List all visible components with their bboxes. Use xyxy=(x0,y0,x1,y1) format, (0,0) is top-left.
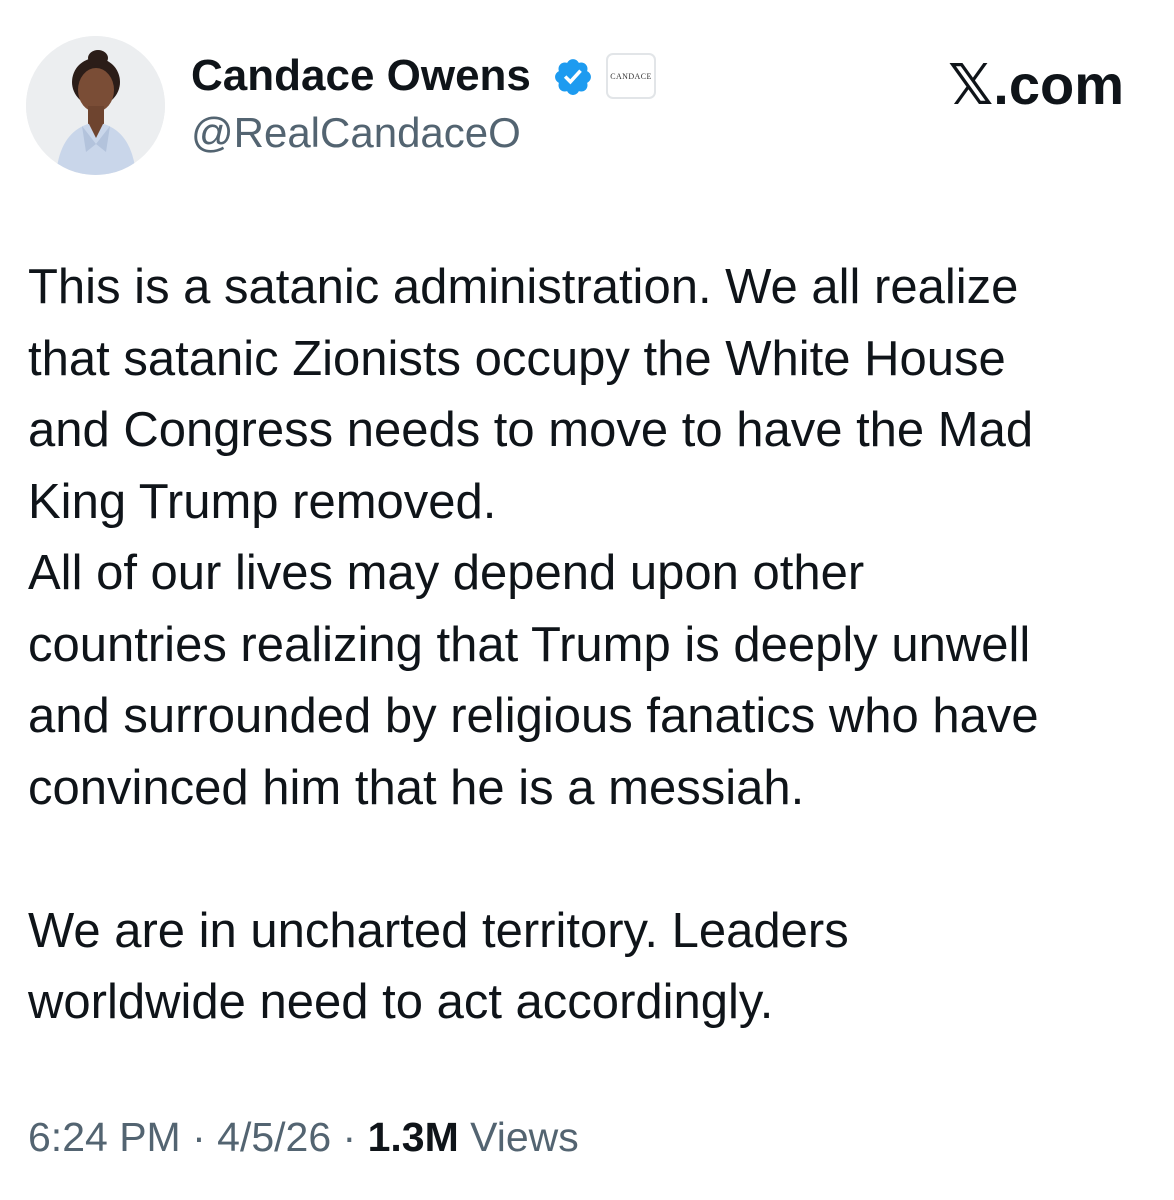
tweet-meta: 6:24 PM · 4/5/26 · 1.3M Views xyxy=(28,1112,579,1162)
views-label[interactable]: Views xyxy=(459,1114,579,1160)
tweet-line: We are in uncharted territory. Leaders xyxy=(28,903,849,958)
tweet-line: and surrounded by religious fanatics who… xyxy=(28,689,1039,743)
verified-badge-icon[interactable] xyxy=(552,56,594,98)
tweet-line: King Trump removed. xyxy=(28,474,497,529)
tweet-time[interactable]: 6:24 PM xyxy=(28,1114,181,1160)
tweet-line: This is a satanic administration. We all… xyxy=(28,260,1019,314)
x-logo-icon: 𝕏 xyxy=(948,53,994,118)
display-name[interactable]: Candace Owens xyxy=(191,50,531,102)
tweet-date[interactable]: 4/5/26 xyxy=(217,1114,331,1160)
views-count[interactable]: 1.3M xyxy=(368,1114,459,1160)
tweet-line: that satanic Zionists occupy the White H… xyxy=(28,331,1006,386)
tweet-line: and Congress needs to move to have the M… xyxy=(28,403,1034,457)
user-handle[interactable]: @RealCandaceO xyxy=(191,108,521,158)
tweet-line: countries realizing that Trump is deeply… xyxy=(28,617,1031,672)
tweet-line: convinced him that he is a messiah. xyxy=(28,760,805,815)
meta-separator: · xyxy=(180,1114,218,1160)
tweet-line: worldwide need to act accordingly. xyxy=(28,975,774,1029)
affiliate-badge[interactable]: CANDACE xyxy=(606,53,656,99)
meta-separator: · xyxy=(331,1114,368,1160)
profile-photo-icon xyxy=(26,36,165,175)
site-suffix: .com xyxy=(993,53,1124,116)
x-com-logo: 𝕏.com xyxy=(948,52,1124,119)
tweet-header: Candace Owens CANDACE @RealCandaceO 𝕏.co… xyxy=(0,0,1174,200)
tweet-text: This is a satanic administration. We all… xyxy=(28,252,1148,1039)
avatar[interactable] xyxy=(26,36,165,175)
tweet-line: All of our lives may depend upon other xyxy=(28,546,865,600)
